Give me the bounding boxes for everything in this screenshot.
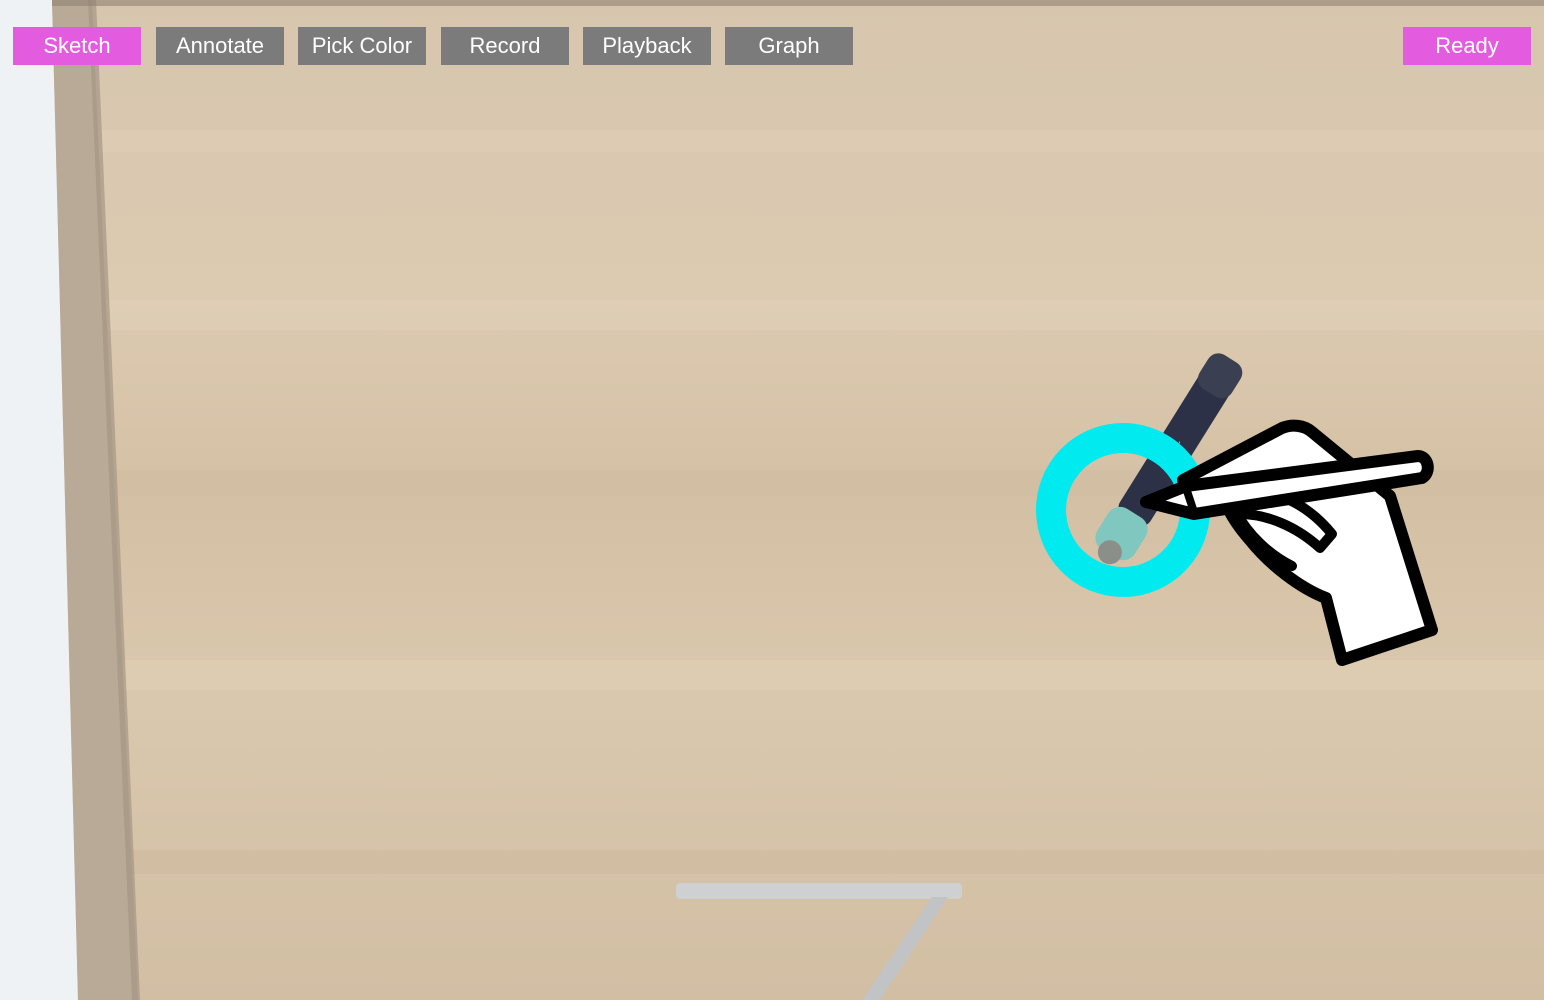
annotate-button[interactable]: Annotate xyxy=(156,27,284,65)
playback-button[interactable]: Playback xyxy=(583,27,711,65)
status-badge: Ready xyxy=(1403,27,1531,65)
record-button[interactable]: Record xyxy=(441,27,569,65)
pick-color-button[interactable]: Pick Color xyxy=(298,27,426,65)
graph-button[interactable]: Graph xyxy=(725,27,853,65)
camera-feed-background: ~~~~ xyxy=(0,0,1544,1000)
sketch-button[interactable]: Sketch xyxy=(13,27,141,65)
camera-view[interactable]: ~~~~ Sketch Annotate Pick Color Record P… xyxy=(0,0,1544,1000)
